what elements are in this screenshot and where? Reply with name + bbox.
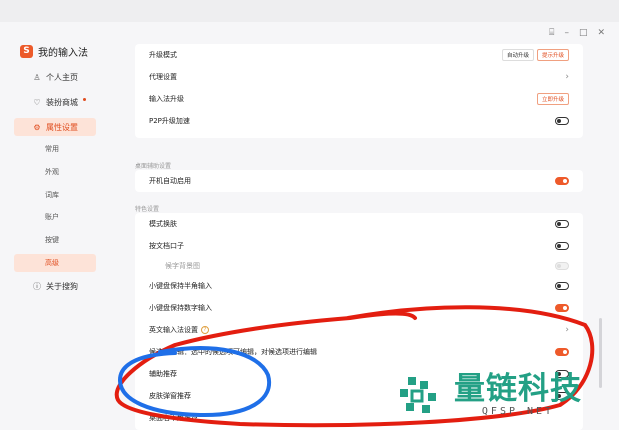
row-label: 英文输入法设置? [149,325,565,335]
english-ime-row[interactable]: 英文输入法设置? › [135,319,583,341]
row-label: 模式换肤 [149,220,177,228]
settings-window: S 我的输入法 ♙ 个人主页 ♡ 装扮商城 ⚙ 属性设置 常用 外观 词库 账户… [0,22,619,430]
pin-icon[interactable]: ⌸ [549,28,554,38]
notification-dot [83,97,86,101]
sidebar-item-profile[interactable]: ♙ 个人主页 [14,68,96,86]
watermark-text: 量链科技 QFSP.NET [454,372,582,417]
sidebar-sub-account[interactable]: 账户 [14,208,96,226]
p2p-toggle[interactable] [555,117,569,125]
watermark: 量链科技 QFSP.NET [398,372,582,417]
proxy-settings-row[interactable]: 代理设置 › [135,66,583,88]
row-label-text: 英文输入法设置 [149,326,198,334]
bg-image-row: 候字背景图 [135,255,583,277]
minimize-icon[interactable]: – [564,28,569,38]
ime-upgrade-row: 输入法升级 立即升级 [135,88,583,110]
bg-image-toggle [555,262,569,270]
sidebar-item-about[interactable]: ⓘ 关于搜狗 [14,277,96,295]
autostart-row: 开机自动启用 [135,170,583,192]
chevron-right-icon: › [565,325,569,335]
gear-icon: ⚙ [33,122,41,132]
sidebar-sub-keys[interactable]: 按键 [14,231,96,249]
auto-upgrade-button[interactable]: 自动升级 [501,49,534,61]
row-label: 候字背景图 [165,262,200,270]
sidebar-item-label: 关于搜狗 [46,281,78,291]
sidebar-sub-dictionary[interactable]: 词库 [14,186,96,204]
sidebar: S 我的输入法 ♙ 个人主页 ♡ 装扮商城 ⚙ 属性设置 常用 外观 词库 账户… [0,22,112,430]
person-icon: ♙ [33,72,41,82]
skin-mode-row: 模式换肤 [135,213,583,235]
section-desktop-label: 桌面辅助设置 [135,163,172,170]
doc-row: 按文档口子 [135,235,583,257]
sidebar-item-settings[interactable]: ⚙ 属性设置 [14,118,96,136]
numpad-digit-toggle[interactable] [555,304,569,312]
numpad-digit-row: 小键盘保持数字输入 [135,297,583,319]
row-label: 小键盘保持半角输入 [149,282,212,290]
sidebar-item-label: 属性设置 [46,122,78,132]
watermark-en: QFSP.NET [481,406,555,417]
sogou-logo-icon: S [20,44,33,58]
upgrade-now-button[interactable]: 立即升级 [536,93,569,105]
chain-logo-icon [400,376,436,413]
sidebar-sub-appearance[interactable]: 外观 [14,163,96,181]
doc-toggle[interactable] [555,242,569,250]
sidebar-item-label: 个人主页 [46,72,78,82]
p2p-upgrade-row: P2P升级加速 [135,110,583,132]
numpad-halfwidth-row: 小键盘保持半角输入 [135,275,583,297]
prompt-upgrade-button[interactable]: 提示升级 [536,49,569,61]
app-title-text: 我的输入法 [38,47,88,59]
help-icon[interactable]: ? [201,326,209,334]
sidebar-item-store[interactable]: ♡ 装扮商城 [14,93,96,111]
chevron-right-icon: › [565,72,569,82]
row-label: P2P升级加速 [149,117,190,125]
section-special-label: 特色设置 [135,206,160,213]
candidate-edit-row: 候选项编辑：选中的候选项可编辑，对候选项进行编辑 [135,341,583,363]
row-label: 按文档口子 [149,242,184,250]
watermark-cn: 量链科技 [454,371,582,407]
app-title: S 我的输入法 [20,42,88,60]
skin-mode-toggle[interactable] [555,220,569,228]
close-icon[interactable]: ✕ [597,28,605,38]
window-controls: ⌸ – □ ✕ [549,28,605,38]
numpad-halfwidth-toggle[interactable] [555,282,569,290]
sidebar-item-label: 装扮商城 [46,97,78,107]
row-label: 升级模式 [149,51,177,59]
row-label: 开机自动启用 [149,177,191,185]
row-label: 输入法升级 [149,95,184,103]
desktop-card: 开机自动启用 [135,170,583,192]
row-label: 候选项编辑：选中的候选项可编辑，对候选项进行编辑 [149,348,317,356]
sidebar-sub-advanced[interactable]: 高级 [14,254,96,272]
info-icon: ⓘ [33,281,41,291]
upgrade-card: 升级模式 自动升级 提示升级 代理设置 › 输入法升级 立即升级 P2P升级加速 [135,44,583,138]
maximize-icon[interactable]: □ [579,28,588,38]
autostart-toggle[interactable] [555,177,569,185]
sidebar-sub-common[interactable]: 常用 [14,140,96,158]
row-label: 代理设置 [149,73,177,81]
scrollbar[interactable] [599,318,602,388]
row-label: 小键盘保持数字输入 [149,304,212,312]
shirt-icon: ♡ [33,97,41,107]
candidate-edit-toggle[interactable] [555,348,569,356]
upgrade-mode-row: 升级模式 自动升级 提示升级 [135,44,583,66]
